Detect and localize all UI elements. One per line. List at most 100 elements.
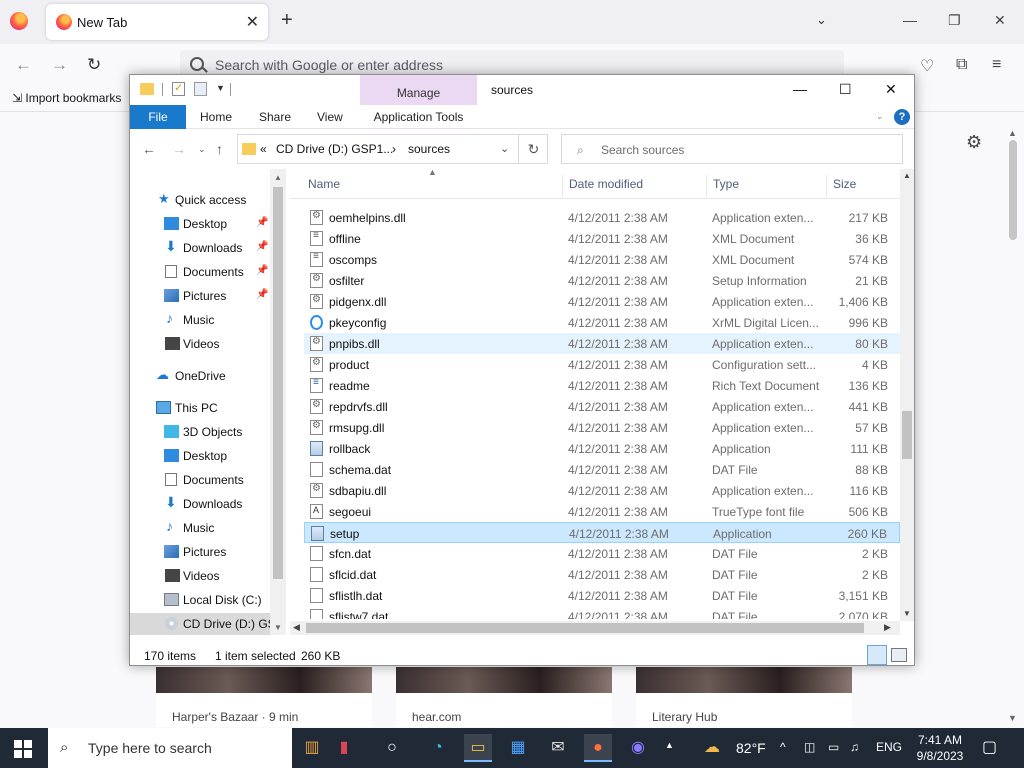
table-row[interactable]: pnpibs.dll 4/12/2011 2:38 AM Application e… xyxy=(304,333,900,354)
address-segment-drive[interactable]: CD Drive (D:) GSP1... xyxy=(276,142,393,156)
table-row[interactable]: schema.dat 4/12/2011 2:38 AM DAT File 88 KB xyxy=(304,459,900,480)
file-list-horizontal-scrollbar[interactable]: ◀ ▶ xyxy=(290,621,900,635)
column-header-type[interactable]: Type xyxy=(713,177,739,191)
camera-icon[interactable]: ◫ xyxy=(804,740,815,754)
tab-view[interactable]: View xyxy=(317,105,343,129)
table-row[interactable]: setup 4/12/2011 2:38 AM Application 260 KB xyxy=(304,522,900,543)
gear-icon[interactable]: ⚙ xyxy=(966,132,982,153)
customize-toolbar-dropdown-icon[interactable]: ▼ xyxy=(216,83,225,93)
taskbar-search-input[interactable]: ⌕ Type here to search xyxy=(48,728,292,768)
books-icon[interactable]: ▮ xyxy=(330,734,358,762)
volume-muted-icon[interactable]: ♫ xyxy=(850,740,859,754)
forward-arrow-icon[interactable]: → xyxy=(51,55,68,75)
address-chevron-icon[interactable]: › xyxy=(392,142,396,156)
weather-icon[interactable]: ☁ xyxy=(704,737,720,757)
minimize-icon[interactable]: — xyxy=(903,12,917,28)
input-language[interactable]: ENG xyxy=(876,740,902,754)
mail-icon[interactable]: ✉ xyxy=(544,734,572,762)
tab-file[interactable]: File xyxy=(130,105,186,129)
tab-close-icon[interactable]: ✕ xyxy=(246,12,259,32)
extensions-icon[interactable]: ⧉ xyxy=(956,56,967,74)
table-row[interactable]: oemhelpins.dll 4/12/2011 2:38 AM Applicati… xyxy=(304,207,900,228)
scroll-down-icon[interactable]: ▼ xyxy=(274,623,282,632)
nav-item-music[interactable]: ♪ Music xyxy=(130,309,270,331)
table-row[interactable]: offline 4/12/2011 2:38 AM XML Document 36 K… xyxy=(304,228,900,249)
back-arrow-icon[interactable]: ← xyxy=(15,55,32,75)
address-overflow[interactable]: « xyxy=(260,142,267,156)
properties-icon[interactable] xyxy=(172,81,185,96)
nav-item-documents-pc[interactable]: Documents xyxy=(130,469,270,491)
scroll-right-icon[interactable]: ▶ xyxy=(884,622,891,633)
new-folder-icon[interactable] xyxy=(194,82,207,96)
show-hidden-icons-icon[interactable]: ^ xyxy=(780,740,786,754)
microsoft-store-icon[interactable]: ▦ xyxy=(504,734,532,762)
page-scroll-thumb[interactable] xyxy=(1009,140,1017,240)
table-row[interactable]: sflistlh.dat 4/12/2011 2:38 AM DAT File 3,1… xyxy=(304,585,900,606)
search-input[interactable]: ⌕ Search sources xyxy=(561,134,903,164)
nav-item-videos[interactable]: Videos xyxy=(130,333,270,355)
up-arrow-icon[interactable]: ↑ xyxy=(216,141,223,157)
table-row[interactable]: repdrvfs.dll 4/12/2011 2:38 AM Application… xyxy=(304,396,900,417)
import-bookmarks-link[interactable]: ⇲ Import bookmarks xyxy=(12,91,121,105)
list-all-tabs-chevron-icon[interactable]: ⌄ xyxy=(816,12,827,28)
explorer-title-bar[interactable]: ▼ Manage sources — ☐ ✕ xyxy=(130,75,914,105)
scroll-up-icon[interactable]: ▲ xyxy=(903,171,911,180)
new-tab-button[interactable]: + xyxy=(281,10,293,30)
column-header-size[interactable]: Size xyxy=(833,177,856,191)
nav-item-videos-pc[interactable]: Videos xyxy=(130,565,270,587)
news-widget-icon[interactable]: ▥ xyxy=(298,734,326,762)
column-divider[interactable] xyxy=(562,175,563,197)
network-icon[interactable]: ▭ xyxy=(828,740,839,754)
manage-tab[interactable]: Manage xyxy=(360,75,477,105)
tab-application-tools[interactable]: Application Tools xyxy=(360,105,477,129)
help-icon[interactable]: ? xyxy=(894,109,910,125)
scroll-up-icon[interactable]: ▲ xyxy=(1008,128,1017,138)
tab-home[interactable]: Home xyxy=(200,105,232,129)
page-scrollbar[interactable]: ▲ ▼ xyxy=(1006,128,1020,728)
table-row[interactable]: product 4/12/2011 2:38 AM Configuration se… xyxy=(304,354,900,375)
menu-icon[interactable]: ≡ xyxy=(992,56,1001,74)
nav-item-desktop[interactable]: Desktop 📌 xyxy=(130,213,270,235)
task-view-icon[interactable]: ○ xyxy=(378,734,406,762)
story-card[interactable]: Harper's Bazaar · 9 min xyxy=(156,667,372,727)
nav-item-downloads[interactable]: ⬇ Downloads 📌 xyxy=(130,237,270,259)
close-icon[interactable]: ✕ xyxy=(885,81,897,98)
nav-item-this-pc[interactable]: This PC xyxy=(130,397,270,419)
nav-item-pictures[interactable]: Pictures 📌 xyxy=(130,285,270,307)
expand-ribbon-chevron-icon[interactable]: ⌄ xyxy=(876,111,884,122)
nav-item-cd-drive[interactable]: CD Drive (D:) GS xyxy=(130,613,270,635)
large-icons-view-icon[interactable] xyxy=(891,648,907,662)
nav-item-3d-objects[interactable]: 3D Objects xyxy=(130,421,270,443)
nav-item-music-pc[interactable]: ♪ Music xyxy=(130,517,270,539)
column-header-date-modified[interactable]: Date modified xyxy=(569,177,643,191)
tab-share[interactable]: Share xyxy=(259,105,291,129)
navigation-scroll-thumb[interactable] xyxy=(273,187,283,579)
minimize-icon[interactable]: — xyxy=(793,81,807,97)
nav-item-downloads-pc[interactable]: ⬇ Downloads xyxy=(130,493,270,515)
forward-arrow-icon[interactable]: → xyxy=(172,141,186,157)
table-row[interactable]: sdbapiu.dll 4/12/2011 2:38 AM Application … xyxy=(304,480,900,501)
scroll-up-icon[interactable]: ▲ xyxy=(274,173,282,182)
nav-item-pictures-pc[interactable]: Pictures xyxy=(130,541,270,563)
nav-item-quick-access[interactable]: ★ Quick access xyxy=(130,189,270,211)
address-segment-sources[interactable]: sources xyxy=(408,142,450,156)
horizontal-scroll-thumb[interactable] xyxy=(306,623,864,633)
nav-item-onedrive[interactable]: ☁ OneDrive xyxy=(130,365,270,387)
notifications-icon[interactable]: ▢ xyxy=(982,737,997,757)
recent-locations-chevron-icon[interactable]: ⌄ xyxy=(198,144,206,155)
weather-temperature[interactable]: 82°F xyxy=(736,740,766,756)
table-row[interactable]: rollback 4/12/2011 2:38 AM Application 111 … xyxy=(304,438,900,459)
story-card[interactable]: Literary Hub xyxy=(636,667,852,727)
refresh-icon[interactable]: ↻ xyxy=(518,135,548,163)
reload-icon[interactable]: ↻ xyxy=(87,55,101,75)
nav-item-desktop-pc[interactable]: Desktop xyxy=(130,445,270,467)
address-bar[interactable]: « CD Drive (D:) GSP1... › sources ⌄ ↻ xyxy=(237,134,548,164)
column-header-name[interactable]: Name xyxy=(308,177,340,191)
file-list-vertical-scrollbar[interactable]: ▲ ▼ xyxy=(900,169,914,621)
file-explorer-icon[interactable]: ▭ xyxy=(464,734,492,762)
table-row[interactable]: pkeyconfig 4/12/2011 2:38 AM XrML Digital … xyxy=(304,312,900,333)
details-view-icon[interactable] xyxy=(867,645,887,665)
navigation-pane-scrollbar[interactable]: ▲ ▼ xyxy=(270,169,286,635)
tab-new-tab[interactable]: New Tab ✕ xyxy=(46,4,268,40)
app-icon[interactable]: ◉ xyxy=(624,734,652,762)
